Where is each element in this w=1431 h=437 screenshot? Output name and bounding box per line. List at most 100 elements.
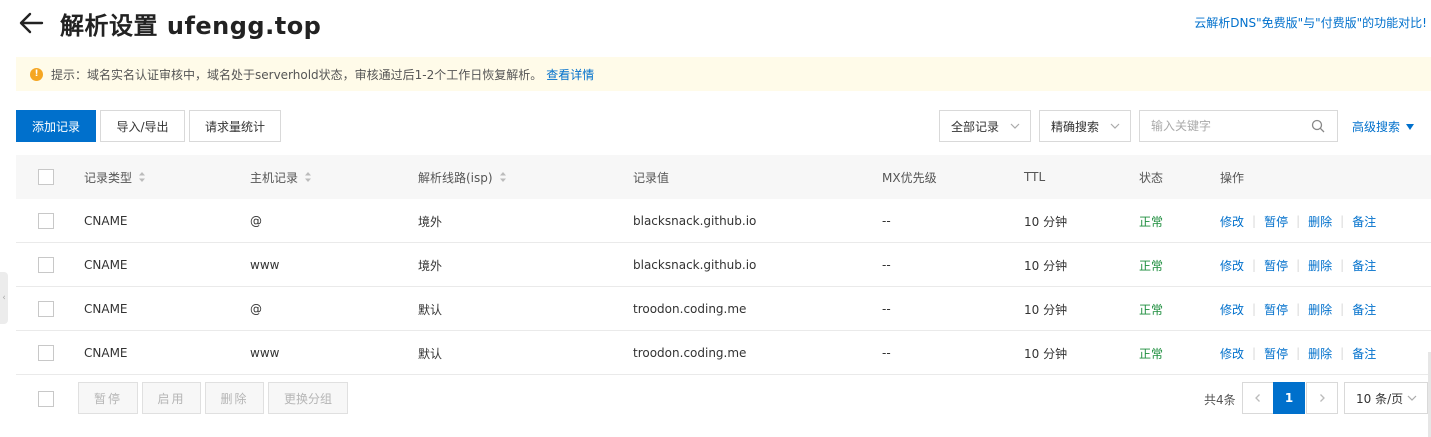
- delete-link[interactable]: 删除: [1308, 213, 1332, 230]
- row-checkbox[interactable]: [38, 345, 54, 361]
- row-actions: 修改 | 暂停 | 删除 | 备注: [1220, 287, 1376, 331]
- record-value: blacksnack.github.io: [633, 214, 757, 228]
- page-header: 解析设置 ufengg.top 云解析DNS"免费版"与"付费版"的功能对比!: [0, 0, 1431, 52]
- total-count: 共4条: [1204, 393, 1236, 407]
- table-row: CNAME @ 境外 blacksnack.github.io -- 10 分钟…: [16, 199, 1431, 243]
- note-link[interactable]: 备注: [1352, 345, 1376, 362]
- record-value: troodon.coding.me: [633, 346, 747, 360]
- row-checkbox[interactable]: [38, 213, 54, 229]
- chevron-left-icon: ‹: [2, 293, 6, 303]
- search-mode-select[interactable]: 精确搜索: [1039, 110, 1131, 142]
- header-status: 状态: [1139, 170, 1164, 185]
- divider: |: [1340, 346, 1345, 360]
- request-stats-button[interactable]: 请求量统计: [189, 110, 281, 142]
- row-checkbox[interactable]: [38, 257, 54, 273]
- record-mx: --: [882, 302, 891, 316]
- version-compare-link[interactable]: 云解析DNS"免费版"与"付费版"的功能对比!: [1194, 14, 1427, 31]
- record-filter-value: 全部记录: [951, 119, 1000, 134]
- notice-details-link[interactable]: 查看详情: [546, 66, 594, 83]
- header-mx: MX优先级: [882, 170, 937, 185]
- divider: |: [1296, 346, 1301, 360]
- select-all-checkbox-footer[interactable]: [38, 391, 54, 407]
- header-line[interactable]: 解析线路(isp): [418, 155, 507, 199]
- delete-link[interactable]: 删除: [1308, 301, 1332, 318]
- sidebar-collapse-handle[interactable]: ‹: [0, 272, 8, 324]
- record-line: 默认: [418, 302, 443, 317]
- record-status: 正常: [1139, 258, 1164, 273]
- divider: |: [1340, 214, 1345, 228]
- toolbar: 添加记录 导入/导出 请求量统计 全部记录 精确搜索 高级搜索: [16, 110, 1431, 142]
- sort-icon[interactable]: [499, 171, 507, 183]
- table-header: 记录类型 主机记录 解析线路(isp) 记录值 MX优先级 TTL 状态 操作: [16, 155, 1431, 199]
- add-record-button[interactable]: 添加记录: [16, 110, 96, 142]
- bulk-enable-button[interactable]: 启用: [142, 382, 201, 414]
- record-host: @: [250, 302, 262, 316]
- divider: |: [1296, 214, 1301, 228]
- edit-link[interactable]: 修改: [1220, 257, 1244, 274]
- record-filter-select[interactable]: 全部记录: [939, 110, 1031, 142]
- row-actions: 修改 | 暂停 | 删除 | 备注: [1220, 199, 1376, 243]
- record-status: 正常: [1139, 214, 1164, 229]
- record-ttl: 10 分钟: [1024, 302, 1068, 317]
- chevron-down-icon: [1407, 395, 1417, 401]
- pause-link[interactable]: 暂停: [1264, 213, 1288, 230]
- pause-link[interactable]: 暂停: [1264, 301, 1288, 318]
- divider: |: [1340, 302, 1345, 316]
- divider: |: [1252, 258, 1257, 272]
- record-line: 默认: [418, 346, 443, 361]
- edit-link[interactable]: 修改: [1220, 301, 1244, 318]
- page-size-value: 10 条/页: [1356, 391, 1404, 406]
- row-actions: 修改 | 暂停 | 删除 | 备注: [1220, 331, 1376, 375]
- prev-page-button[interactable]: [1242, 382, 1274, 414]
- import-export-button[interactable]: 导入/导出: [100, 110, 185, 142]
- record-mx: --: [882, 346, 891, 360]
- pause-link[interactable]: 暂停: [1264, 257, 1288, 274]
- notice-text: 提示：域名实名认证审核中，域名处于serverhold状态，审核通过后1-2个工…: [51, 67, 543, 82]
- record-ttl: 10 分钟: [1024, 214, 1068, 229]
- edit-link[interactable]: 修改: [1220, 345, 1244, 362]
- record-type: CNAME: [84, 258, 128, 272]
- divider: |: [1252, 346, 1257, 360]
- page-number-current[interactable]: 1: [1273, 382, 1305, 414]
- header-type[interactable]: 记录类型: [84, 155, 146, 199]
- back-arrow-icon[interactable]: [16, 8, 46, 38]
- search-box: [1139, 110, 1338, 142]
- header-host[interactable]: 主机记录: [250, 155, 312, 199]
- sort-icon[interactable]: [138, 171, 146, 183]
- search-input[interactable]: [1140, 111, 1300, 141]
- record-host: www: [250, 346, 280, 360]
- advanced-search-toggle[interactable]: 高级搜索: [1352, 118, 1415, 135]
- bulk-pause-button[interactable]: 暂停: [78, 382, 138, 414]
- search-icon[interactable]: [1311, 119, 1325, 133]
- search-mode-value: 精确搜索: [1051, 119, 1100, 134]
- divider: |: [1340, 258, 1345, 272]
- divider: |: [1296, 302, 1301, 316]
- record-mx: --: [882, 214, 891, 228]
- chevron-left-icon: [1255, 394, 1260, 402]
- record-value: blacksnack.github.io: [633, 258, 757, 272]
- bulk-delete-button[interactable]: 删除: [205, 382, 264, 414]
- note-link[interactable]: 备注: [1352, 301, 1376, 318]
- row-checkbox[interactable]: [38, 301, 54, 317]
- select-all-checkbox[interactable]: [38, 169, 54, 185]
- record-line: 境外: [418, 258, 443, 273]
- note-link[interactable]: 备注: [1352, 213, 1376, 230]
- record-line: 境外: [418, 214, 443, 229]
- next-page-button[interactable]: [1306, 382, 1338, 414]
- page-size-select[interactable]: 10 条/页: [1344, 382, 1428, 414]
- pause-link[interactable]: 暂停: [1264, 345, 1288, 362]
- divider: |: [1296, 258, 1301, 272]
- note-link[interactable]: 备注: [1352, 257, 1376, 274]
- table-row: CNAME www 境外 blacksnack.github.io -- 10 …: [16, 243, 1431, 287]
- record-type: CNAME: [84, 302, 128, 316]
- record-status: 正常: [1139, 302, 1164, 317]
- header-ttl: TTL: [1024, 170, 1046, 184]
- record-status: 正常: [1139, 346, 1164, 361]
- change-group-button[interactable]: 更换分组: [268, 382, 348, 414]
- sort-icon[interactable]: [304, 171, 312, 183]
- record-type: CNAME: [84, 214, 128, 228]
- record-value: troodon.coding.me: [633, 302, 747, 316]
- delete-link[interactable]: 删除: [1308, 257, 1332, 274]
- edit-link[interactable]: 修改: [1220, 213, 1244, 230]
- delete-link[interactable]: 删除: [1308, 345, 1332, 362]
